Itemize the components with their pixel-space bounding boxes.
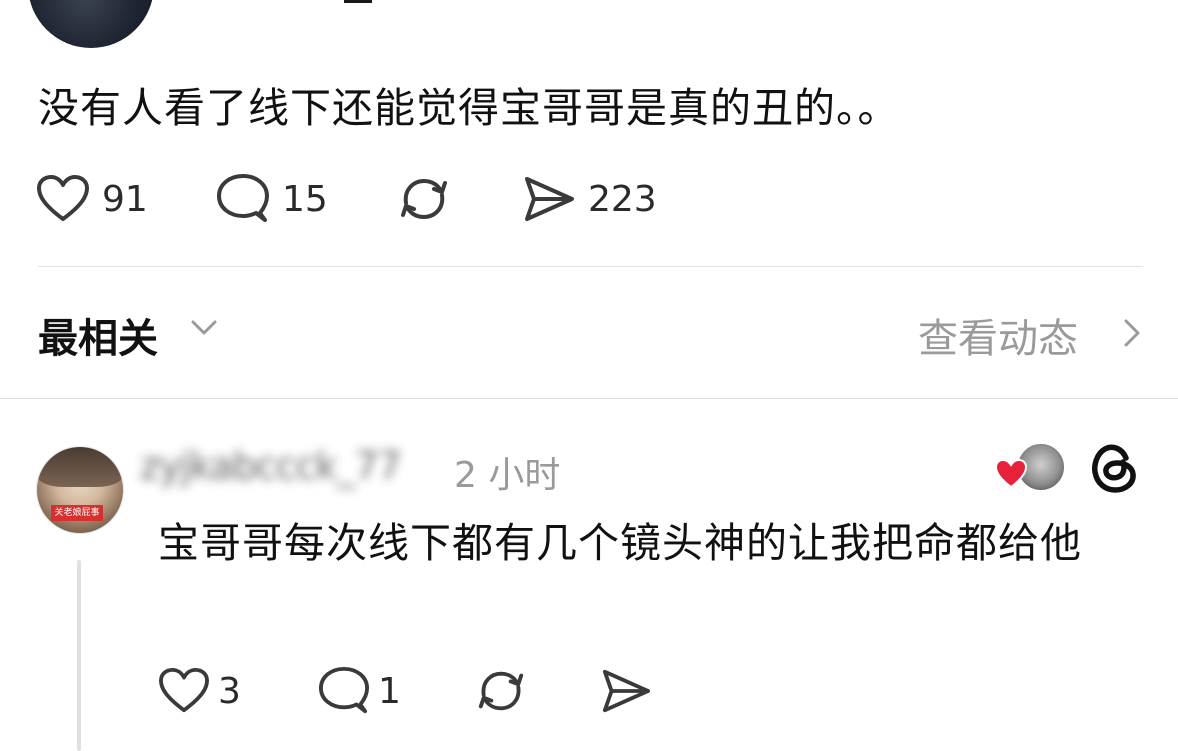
share-count: 223 bbox=[588, 178, 657, 220]
reply-avatar[interactable]: 关老娘屁事 bbox=[36, 446, 124, 534]
chevron-down-icon[interactable] bbox=[190, 318, 218, 338]
repost-icon bbox=[401, 178, 447, 220]
comment-icon bbox=[217, 174, 269, 222]
comment-icon bbox=[319, 666, 369, 714]
like-count: 91 bbox=[102, 178, 148, 220]
author-avatar[interactable] bbox=[28, 0, 154, 48]
reply-like-button[interactable]: 3 bbox=[158, 664, 241, 718]
send-icon bbox=[525, 177, 574, 221]
reply-button[interactable]: 15 bbox=[216, 172, 328, 226]
send-icon bbox=[602, 669, 651, 713]
share-button[interactable]: 223 bbox=[522, 172, 657, 226]
threads-logo-icon[interactable] bbox=[1088, 440, 1140, 496]
reply-reply-count: 1 bbox=[378, 670, 401, 712]
repost-icon bbox=[478, 671, 524, 711]
sort-dropdown-label[interactable]: 最相关 bbox=[38, 306, 158, 364]
divider bbox=[38, 266, 1143, 267]
heart-icon bbox=[37, 175, 89, 221]
thread-line bbox=[77, 560, 81, 751]
like-button[interactable]: 91 bbox=[36, 172, 148, 226]
repost-button[interactable] bbox=[396, 172, 452, 226]
reply-text: 宝哥哥每次线下都有几个镜头神的让我把命都给他 bbox=[158, 519, 1082, 567]
avatar-tag: 关老娘屁事 bbox=[51, 505, 103, 521]
heart-icon bbox=[159, 667, 209, 713]
author-liked-badge bbox=[994, 440, 1070, 496]
reply-share-button[interactable] bbox=[600, 664, 652, 718]
reply-repost-button[interactable] bbox=[474, 664, 528, 718]
section-divider bbox=[0, 398, 1178, 399]
reply-reply-button[interactable]: 1 bbox=[318, 664, 401, 718]
reply-count: 15 bbox=[282, 178, 328, 220]
post-text: 没有人看了线下还能觉得宝哥哥是真的丑的。。 bbox=[38, 84, 900, 132]
liked-heart-icon bbox=[994, 458, 1028, 489]
reply-username[interactable]: zyjkabccck_77 bbox=[140, 444, 402, 488]
reply-like-count: 3 bbox=[218, 670, 241, 712]
view-activity-link[interactable]: 查看动态 bbox=[918, 306, 1078, 364]
author-name-fragment bbox=[344, 0, 372, 3]
reply-timestamp: 2 小时 bbox=[454, 455, 561, 496]
chevron-right-icon[interactable] bbox=[1122, 318, 1142, 348]
